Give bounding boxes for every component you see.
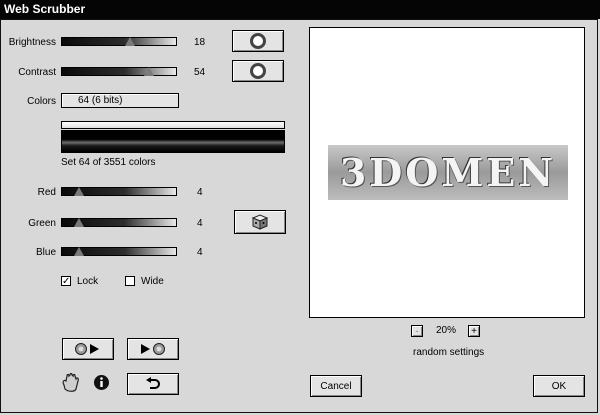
ring-icon [250, 63, 266, 79]
lock-checkbox[interactable]: ✓ [61, 276, 71, 287]
lock-label: Lock [77, 276, 99, 287]
preview-caption: random settings [413, 347, 485, 358]
banner-text: 3DOMEN [339, 150, 557, 195]
slider-thumb[interactable] [74, 187, 85, 196]
image-preview: 3DOMEN [309, 27, 585, 318]
preview-image: 3DOMEN [328, 145, 568, 200]
blue-slider[interactable] [61, 247, 177, 256]
brightness-slider[interactable] [61, 37, 177, 46]
green-slider[interactable] [61, 218, 177, 227]
wide-label: Wide [141, 276, 164, 287]
slider-thumb[interactable] [143, 67, 154, 76]
slider-thumb[interactable] [74, 218, 85, 227]
blue-value: 4 [197, 247, 203, 258]
undo-button[interactable] [127, 373, 179, 395]
ring-icon [250, 33, 266, 49]
red-label: Red [37, 187, 56, 198]
colors-dropdown[interactable]: 64 (6 bits) [61, 93, 179, 108]
play-back-icon [75, 343, 99, 355]
zoom-in-button[interactable]: + [468, 325, 480, 337]
cancel-button[interactable]: Cancel [310, 375, 362, 397]
random-colors-button[interactable] [234, 210, 286, 234]
ok-button[interactable]: OK [533, 375, 585, 397]
color-palette-dark [61, 130, 285, 153]
reset-brightness-button[interactable] [232, 30, 284, 52]
wide-checkbox[interactable] [125, 276, 135, 286]
play-forward-icon [141, 343, 165, 355]
zoom-out-button[interactable]: - [411, 325, 423, 337]
reset-contrast-button[interactable] [232, 60, 284, 82]
contrast-value: 54 [194, 67, 206, 78]
window-title: Web Scrubber [0, 0, 600, 19]
blue-label: Blue [35, 247, 56, 258]
play-forward-button[interactable] [127, 338, 179, 360]
green-label: Green [28, 218, 56, 229]
info-icon[interactable] [93, 374, 110, 391]
undo-icon [146, 377, 160, 389]
contrast-label: Contrast [18, 67, 56, 78]
colors-status: Set 64 of 3551 colors [61, 157, 156, 168]
slider-thumb[interactable] [74, 247, 85, 256]
colors-label: Colors [27, 96, 56, 107]
brightness-label: Brightness [8, 37, 56, 48]
green-value: 4 [197, 218, 203, 229]
color-palette-light [61, 121, 285, 129]
red-value: 4 [197, 187, 203, 198]
red-slider[interactable] [61, 187, 177, 196]
brightness-value: 18 [194, 37, 206, 48]
slider-thumb[interactable] [125, 37, 136, 46]
play-back-button[interactable] [62, 338, 114, 360]
dice-icon [251, 214, 269, 230]
contrast-slider[interactable] [61, 67, 177, 76]
zoom-level: 20% [436, 325, 457, 336]
hand-icon[interactable] [60, 373, 82, 393]
